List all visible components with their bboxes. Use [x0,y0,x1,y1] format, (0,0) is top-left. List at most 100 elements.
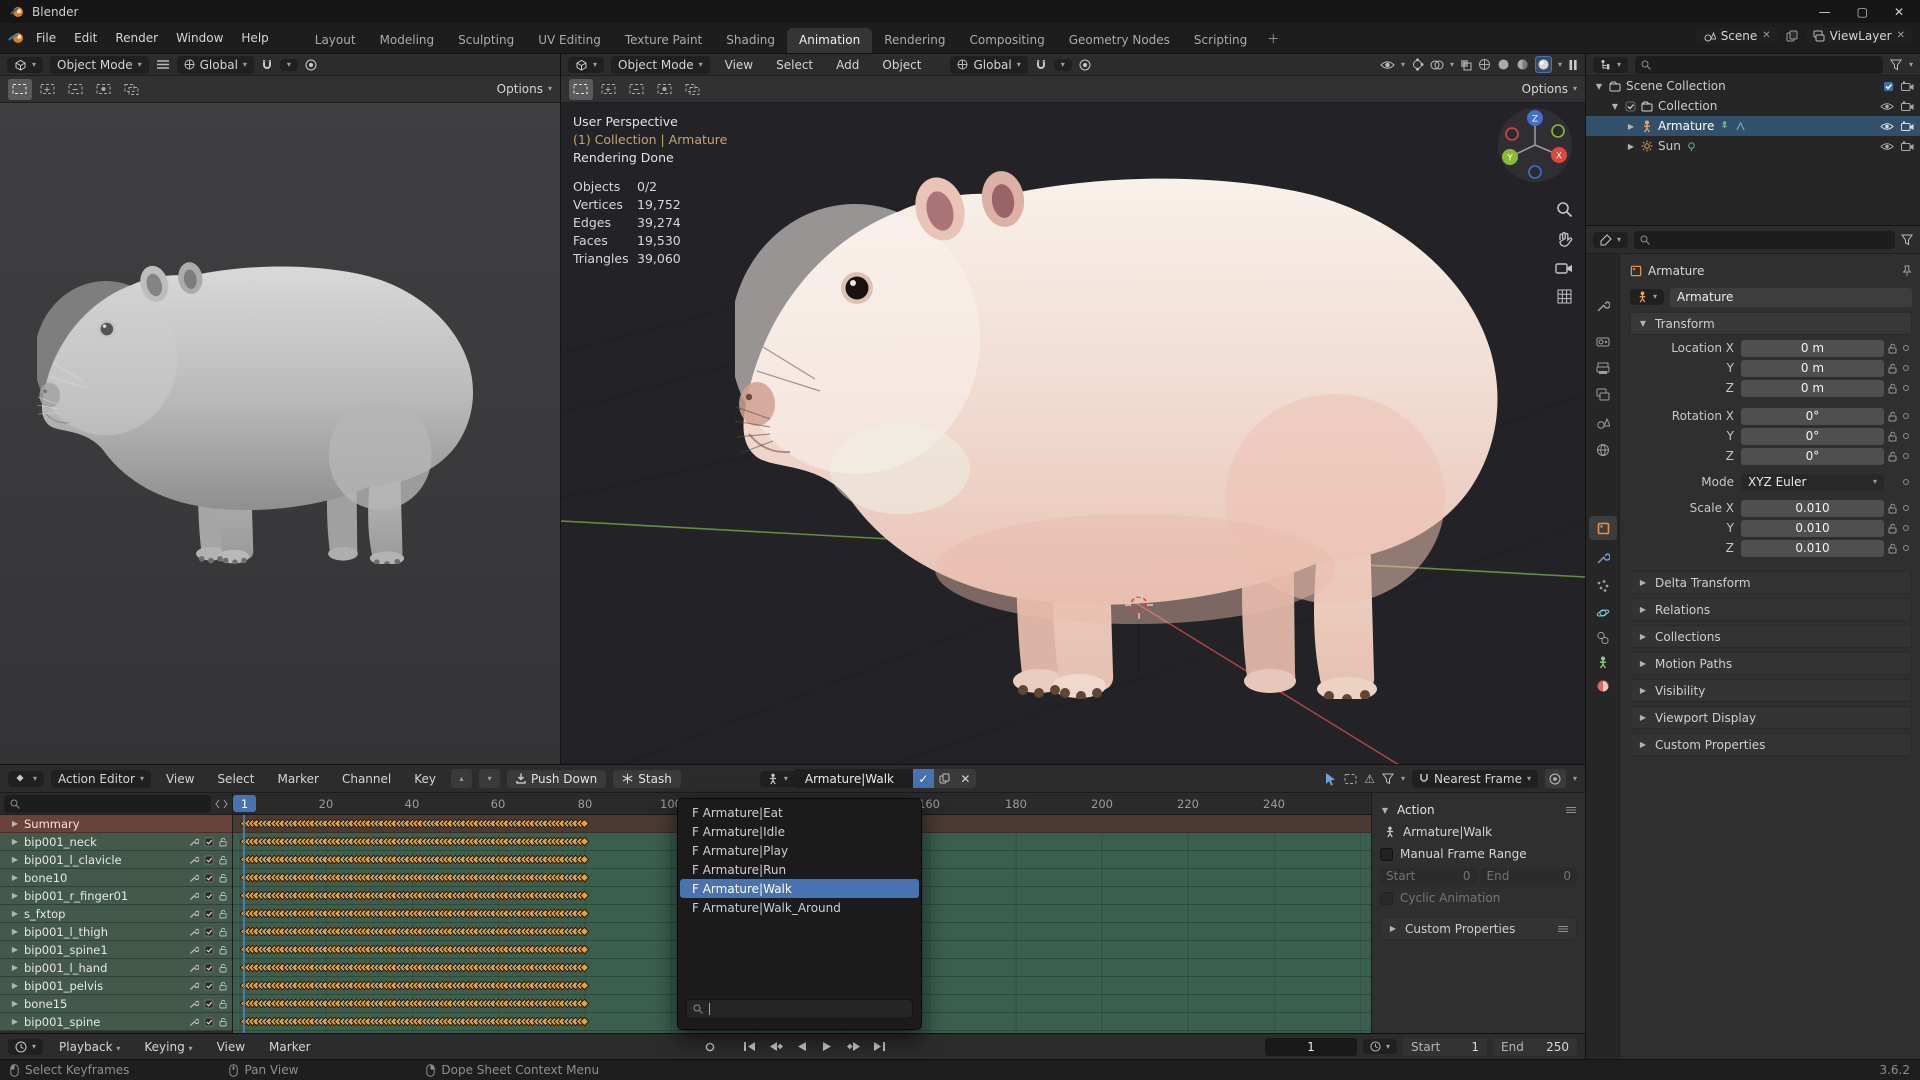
lock-icon[interactable] [1884,383,1900,394]
play-button[interactable] [816,1037,839,1056]
tab-rendering[interactable]: Rendering [872,28,957,53]
current-frame-indicator[interactable]: 1 [233,795,256,812]
animate-dot[interactable] [1900,505,1912,511]
filter-funnel-icon[interactable] [1382,773,1394,785]
outliner-search-field[interactable] [1635,56,1883,74]
section-custom-properties[interactable]: ▶Custom Properties [1630,733,1912,756]
dropdown-item-run[interactable]: F Armature|Run [680,860,919,879]
gizmos-icon[interactable] [1411,58,1424,71]
pan-hand-icon[interactable] [1556,231,1573,248]
select-subtract-tool[interactable] [64,79,88,100]
lock-icon[interactable] [1884,411,1900,422]
shading-wireframe-icon[interactable] [1478,58,1491,71]
browse-action-button[interactable]: ▾ [760,771,795,787]
pin-icon[interactable] [1902,265,1912,277]
tab-tool[interactable] [1589,294,1617,318]
viewport-right-canvas[interactable]: User Perspective (1) Collection | Armatu… [561,103,1585,765]
rotation-z-field[interactable]: 0° [1741,448,1884,465]
editor-type-3dview-left[interactable]: ▾ [7,57,43,73]
shading-solid-icon[interactable] [1497,58,1510,71]
jump-to-start-button[interactable] [738,1037,761,1056]
modifier-icon[interactable] [189,891,199,901]
tab-shading[interactable]: Shading [714,28,787,53]
tab-compositing[interactable]: Compositing [957,28,1056,53]
section-relations[interactable]: ▶Relations [1630,598,1912,621]
channel-row[interactable]: ▶bip001_l_thigh [0,923,232,941]
tab-object-data[interactable] [1589,650,1617,674]
lock-icon[interactable] [219,855,227,865]
tab-view-layer[interactable] [1589,382,1617,406]
channel-search-field[interactable] [4,795,211,813]
action-name-field[interactable]: Armature|Walk [795,769,913,788]
dropdown-search-field[interactable] [686,999,913,1019]
enable-checkbox-icon[interactable] [204,837,214,847]
enable-checkbox-icon[interactable] [204,873,214,883]
new-action-button[interactable] [934,769,955,788]
channel-row[interactable]: ▶bip001_spine [0,1013,232,1031]
properties-search-field[interactable] [1634,231,1895,249]
animate-dot[interactable] [1900,413,1912,419]
editor-type-properties[interactable]: ▾ [1593,232,1628,248]
shading-caret[interactable]: ▾ [1558,61,1562,69]
rotation-x-field[interactable]: 0° [1741,408,1884,425]
channel-row-summary[interactable]: ▶Summary [0,815,232,833]
disclosure-icon[interactable]: ▶ [1626,142,1636,151]
camera-icon[interactable] [1901,141,1914,151]
toggle-grid-icon[interactable] [1556,288,1573,305]
lock-icon[interactable] [219,999,227,1009]
overlays-icon[interactable] [1430,59,1444,71]
dropdown-item-walk[interactable]: F Armature|Walk [680,879,919,898]
menu-view[interactable]: View [717,55,761,75]
current-frame-field[interactable]: 1 [1265,1038,1357,1056]
expand-collapse-icon[interactable] [215,799,228,809]
tool-options-left[interactable]: Options▾ [497,82,552,96]
play-reverse-button[interactable] [790,1037,813,1056]
disclosure-icon[interactable]: ▼ [1594,82,1604,91]
menu-key[interactable]: Key [406,769,444,789]
menu-file[interactable]: File [28,28,64,48]
unlink-action-button[interactable]: ✕ [955,769,976,788]
channel-row[interactable]: ▶bip001_r_finger01 [0,887,232,905]
section-delta-transform[interactable]: ▶Delta Transform [1630,571,1912,594]
select-extend-tool[interactable] [597,79,621,100]
show-hidden-toggle[interactable] [1344,773,1357,785]
outliner-row-armature[interactable]: ▶ Armature [1586,116,1920,136]
rotation-mode-dropdown[interactable]: XYZ Euler▾ [1741,474,1884,491]
proportional-edit-icon[interactable] [1079,59,1091,71]
transform-panel-header[interactable]: ▼Transform [1630,312,1912,335]
lock-icon[interactable] [219,945,227,955]
enable-checkbox-icon[interactable] [204,1017,214,1027]
modifier-icon[interactable] [189,1017,199,1027]
render-visibility-icon[interactable] [1901,81,1914,91]
enable-checkbox-icon[interactable] [204,927,214,937]
snap-options-right[interactable]: ▾ [1054,59,1072,71]
channel-row[interactable]: ▶s_fxtop [0,905,232,923]
capybara-model-solid[interactable] [37,261,478,564]
channel-row[interactable]: ▶bip001_spine1 [0,941,232,959]
proportional-edit-icon[interactable] [305,59,317,71]
orientation-selector-right[interactable]: Global▾ [950,56,1027,74]
snap-mode-dropdown[interactable]: Nearest Frame▾ [1412,770,1538,788]
properties-filter-icon[interactable] [1901,234,1913,246]
push-down-button[interactable]: Push Down [507,770,606,788]
layer-down-button[interactable]: ▾ [479,769,500,788]
modifier-icon[interactable] [189,837,199,847]
lock-icon[interactable] [1884,523,1900,534]
orientation-selector-left[interactable]: Global▾ [177,56,254,74]
editor-type-dopesheet[interactable]: ▾ [8,771,44,787]
camera-view-icon[interactable] [1555,261,1573,275]
xray-icon[interactable] [1460,59,1472,71]
tab-scripting[interactable]: Scripting [1182,28,1259,53]
layer-up-button[interactable]: ▴ [451,769,472,788]
lock-icon[interactable] [219,873,227,883]
animate-dot[interactable] [1900,345,1912,351]
object-name-field[interactable]: Armature [1670,288,1912,307]
lock-icon[interactable] [1884,363,1900,374]
only-selected-toggle[interactable] [1324,772,1337,786]
dropdown-item-idle[interactable]: F Armature|Idle [680,822,919,841]
menu-channel[interactable]: Channel [334,769,399,789]
previous-keyframe-button[interactable] [764,1037,787,1056]
outliner-row-scene-collection[interactable]: ▼ Scene Collection [1586,76,1920,96]
lock-icon[interactable] [1884,451,1900,462]
animate-dot[interactable] [1900,453,1912,459]
